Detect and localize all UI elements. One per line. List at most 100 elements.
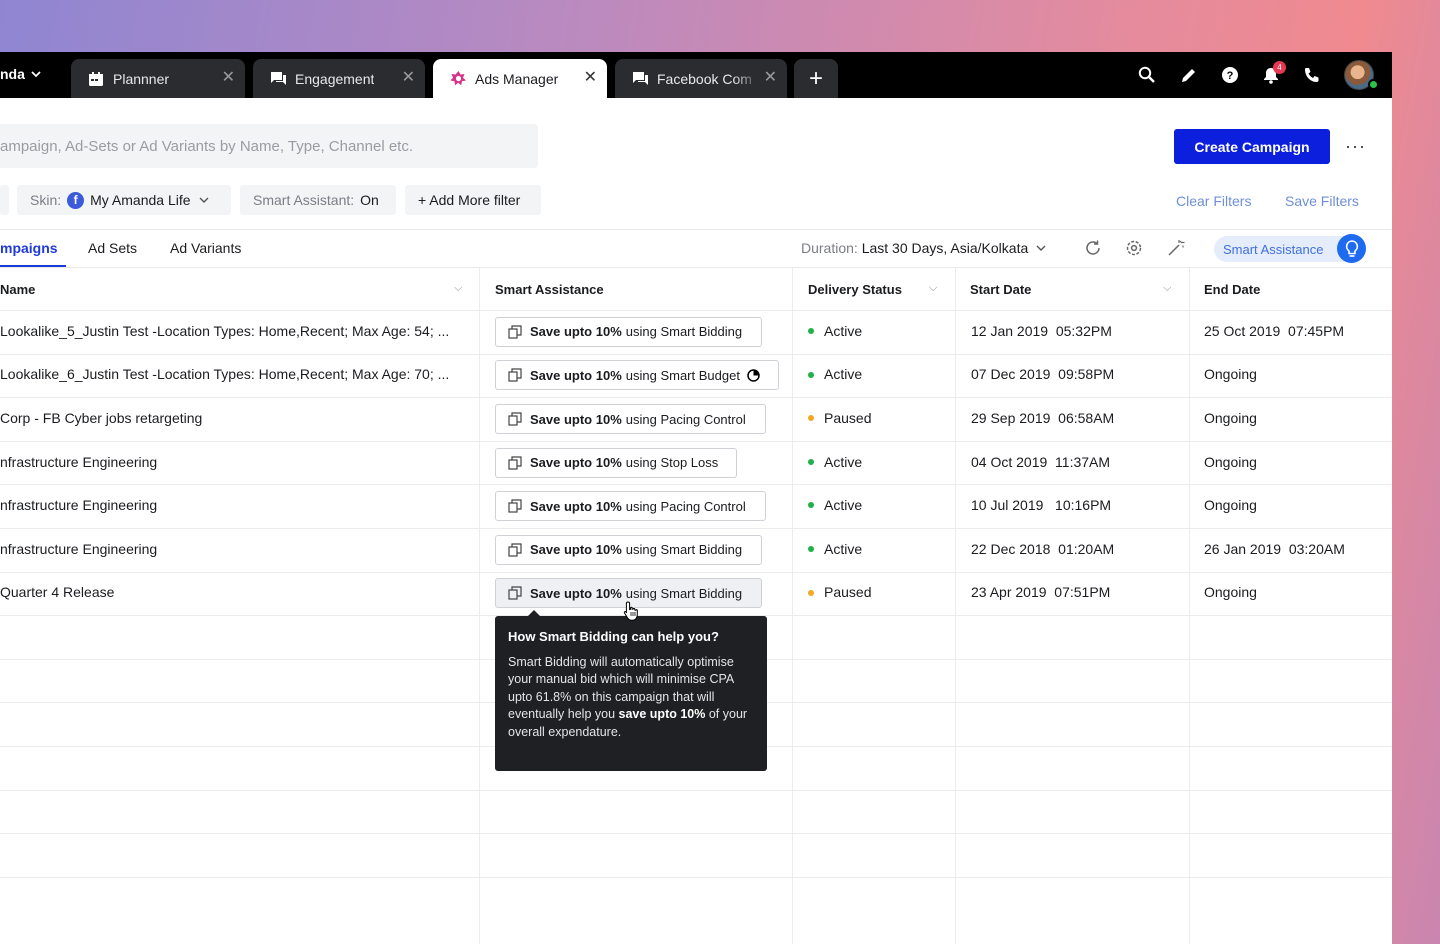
close-icon[interactable]: ✕ [222, 70, 235, 86]
start-date: 23 Apr 2019 07:51PM [971, 584, 1111, 601]
copy-icon [508, 499, 522, 513]
campaign-name[interactable]: Quarter 4 Release [0, 584, 114, 600]
filter-chip-cut[interactable] [0, 185, 9, 215]
campaign-name[interactable]: nfrastructure Engineering [0, 454, 157, 470]
row-divider [0, 397, 1392, 398]
campaign-name[interactable]: nfrastructure Engineering [0, 541, 157, 557]
smart-assistance-button[interactable]: Save upto 10% using Stop Loss [495, 447, 737, 478]
campaign-name[interactable]: nfrastructure Engineering [0, 497, 157, 513]
phone-icon[interactable] [1302, 65, 1322, 85]
smart-assistant-filter[interactable]: Smart Assistant: On [240, 185, 396, 215]
ads-icon [449, 70, 467, 88]
end-date: 25 Oct 2019 07:45PM [1204, 322, 1345, 339]
copy-icon [508, 325, 522, 339]
campaign-name[interactable]: Lookalike_6_Justin Test -Location Types:… [0, 366, 449, 382]
refresh-icon[interactable] [1083, 238, 1103, 258]
row-divider [0, 484, 1392, 485]
delivery-status: Paused [808, 584, 871, 600]
search-input[interactable]: ampaign, Ad-Sets or Ad Variants by Name,… [0, 124, 538, 168]
smart-assistance-button[interactable]: Save upto 10% using Pacing Control [495, 491, 766, 522]
chevron-down-icon[interactable]: ⌵ [454, 282, 462, 295]
create-campaign-button[interactable]: Create Campaign [1174, 129, 1330, 164]
add-tab-button[interactable]: + [794, 59, 838, 98]
clear-filters-link[interactable]: Clear Filters [1176, 193, 1251, 209]
skin-filter-label: Skin: [30, 192, 62, 208]
status-text: Active [824, 322, 863, 339]
account-switcher[interactable]: nda [0, 66, 41, 82]
saving-method: using Smart Bidding [625, 585, 743, 601]
status-dot-icon [808, 328, 814, 335]
copy-icon [508, 368, 522, 382]
row-divider [0, 354, 1392, 355]
end-date: Ongoing [1204, 497, 1257, 514]
column-divider [955, 267, 956, 944]
more-options-icon[interactable]: ··· [1345, 136, 1366, 157]
tab-ad-variants[interactable]: Ad Variants [170, 240, 241, 256]
close-icon[interactable]: ✕ [402, 70, 415, 86]
close-icon[interactable]: ✕ [584, 70, 597, 86]
smart-assistant-filter-label: Smart Assistant: [253, 192, 355, 208]
row-divider [0, 528, 1392, 529]
column-header-start-date[interactable]: Start Date [970, 282, 1031, 297]
start-date: 12 Jan 2019 05:32PM [971, 322, 1112, 339]
campaign-name[interactable]: Lookalike_5_Justin Test -Location Types:… [0, 323, 449, 339]
tooltip-body-bold: save upto 10% [618, 707, 706, 721]
tab-ads-manager[interactable]: Ads Manager ✕ [433, 59, 607, 98]
tab-engagement[interactable]: Engagement ✕ [253, 59, 425, 98]
smart-assistance-button[interactable]: Save upto 10% using Smart Bidding [495, 534, 762, 565]
chevron-down-icon[interactable]: ⌵ [929, 282, 937, 295]
help-icon[interactable]: ? [1220, 65, 1240, 85]
budget-pie-icon [747, 369, 760, 382]
save-filters-link[interactable]: Save Filters [1285, 193, 1359, 209]
search-placeholder: ampaign, Ad-Sets or Ad Variants by Name,… [0, 137, 414, 155]
tab-facebook-comments[interactable]: Facebook Com ✕ [615, 59, 787, 98]
smart-assistance-button[interactable]: Save upto 10% using Pacing Control [495, 404, 766, 434]
column-header-name[interactable]: Name [0, 282, 35, 297]
status-dot-icon [808, 415, 814, 422]
tab-planner[interactable]: Plannner ✕ [71, 59, 245, 98]
tab-label: Ads Manager [475, 70, 559, 87]
saving-amount: Save upto 10% [530, 498, 622, 514]
tab-label: Plannner [113, 70, 170, 87]
duration-selector[interactable]: Duration: Last 30 Days, Asia/Kolkata [801, 240, 1046, 256]
skin-filter[interactable]: Skin: f My Amanda Life [17, 185, 231, 215]
saving-method: using Smart Bidding [625, 542, 743, 558]
tab-label: Engagement [295, 70, 375, 87]
end-date: Ongoing [1204, 366, 1257, 383]
tab-ad-sets[interactable]: Ad Sets [88, 240, 137, 256]
search-icon[interactable] [1137, 65, 1157, 85]
chat-icon [631, 70, 649, 88]
start-date: 07 Dec 2019 09:58PM [971, 366, 1115, 383]
row-divider [0, 790, 1392, 791]
campaign-name[interactable]: Corp - FB Cyber jobs retargeting [0, 410, 202, 426]
lightbulb-icon[interactable] [1337, 234, 1366, 263]
start-date: 29 Sep 2019 06:58AM [971, 410, 1115, 426]
column-header-smart-assistance[interactable]: Smart Assistance [495, 282, 604, 297]
row-divider [0, 833, 1392, 834]
magic-wand-icon[interactable] [1166, 238, 1186, 258]
saving-method: using Stop Loss [625, 455, 719, 471]
divider [0, 229, 1392, 230]
status-text: Paused [824, 410, 872, 426]
saving-amount: Save upto 10% [530, 455, 622, 471]
online-status-icon [1368, 79, 1379, 90]
column-header-delivery-status[interactable]: Delivery Status [808, 282, 902, 297]
delivery-status: Active [808, 497, 862, 513]
smart-assistance-button[interactable]: Save upto 10% using Smart Bidding [495, 316, 762, 347]
tab-campaigns[interactable]: mpaigns [0, 240, 58, 256]
saving-method: using Smart Budget [625, 367, 740, 383]
column-header-end-date[interactable]: End Date [1204, 282, 1260, 297]
saving-amount: Save upto 10% [530, 367, 622, 383]
smart-assistant-filter-value: On [360, 192, 379, 208]
add-filter-button[interactable]: + Add More filter [405, 185, 541, 215]
divider [0, 267, 1392, 268]
row-divider [0, 572, 1392, 573]
app-window: nda Plannner ✕ Engagement ✕ Ads Manager … [0, 52, 1392, 944]
saving-method: using Pacing Control [625, 411, 746, 427]
chevron-down-icon[interactable]: ⌵ [1163, 282, 1171, 295]
smart-assistance-button[interactable]: Save upto 10% using Smart Budget [495, 360, 779, 391]
pencil-icon[interactable] [1178, 65, 1198, 85]
close-icon[interactable]: ✕ [764, 70, 777, 86]
settings-icon[interactable] [1124, 238, 1144, 258]
account-label: nda [0, 66, 25, 82]
